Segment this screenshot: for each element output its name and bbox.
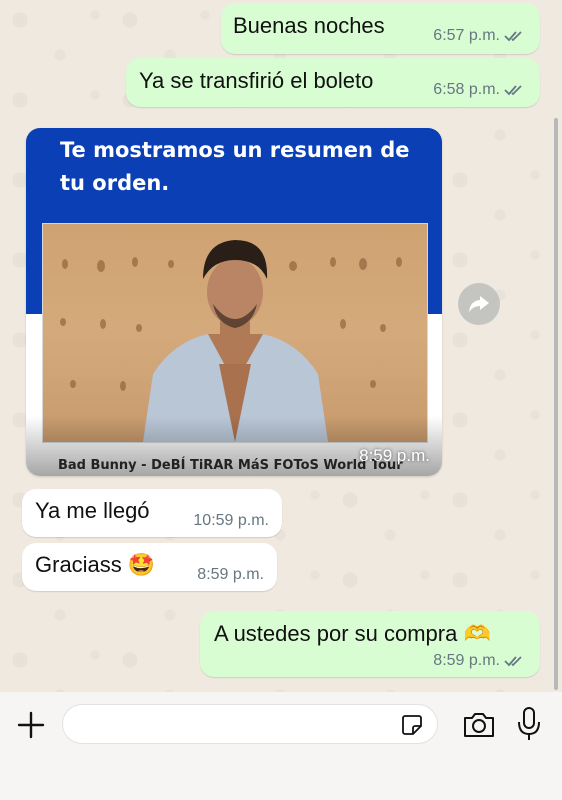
message-meta: 6:58 p.m. [433, 81, 528, 99]
message-time: 8:59 p.m. [197, 566, 264, 583]
sticker-icon[interactable] [400, 713, 424, 737]
forward-button[interactable] [458, 283, 500, 325]
message-time: 10:59 p.m. [193, 512, 269, 529]
heart-hands-emoji: 🫶 [463, 621, 491, 646]
order-summary-card[interactable]: Te mostramos un resumen de tu orden. Bad… [26, 128, 442, 476]
double-check-icon [504, 31, 522, 42]
message-meta: 6:57 p.m. [433, 27, 528, 45]
message-time: 6:58 p.m. [433, 81, 500, 98]
double-check-icon [504, 656, 522, 667]
message-meta: 8:59 p.m. [433, 652, 528, 670]
message-text: Ya me llegó [35, 498, 150, 523]
message-bubble-outgoing[interactable]: Buenas noches 6:57 p.m. [221, 3, 540, 54]
message-bubble-incoming[interactable]: Ya me llegó 10:59 p.m. [22, 489, 282, 537]
event-title: Bad Bunny - DeBÍ TiRAR MáS FOToS World T… [58, 458, 403, 473]
camera-icon[interactable] [462, 711, 496, 739]
message-input[interactable] [62, 704, 438, 744]
message-text-content: A ustedes por su compra [214, 621, 458, 646]
microphone-icon[interactable] [516, 706, 542, 742]
message-text: Ya se transfirió el boleto [139, 68, 374, 93]
message-bubble-outgoing[interactable]: Ya se transfirió el boleto 6:58 p.m. [126, 58, 540, 107]
forward-icon [469, 296, 489, 312]
message-meta: 10:59 p.m. [193, 512, 269, 530]
double-check-icon [504, 85, 522, 96]
message-text-content: Graciass [35, 552, 122, 577]
artist-photo[interactable] [42, 223, 428, 443]
message-time: 8:59 p.m. [359, 446, 430, 465]
chat-scrollbar[interactable] [554, 118, 558, 690]
message-text: Buenas noches [233, 13, 385, 38]
message-bubble-incoming[interactable]: Graciass 🤩 8:59 p.m. [22, 543, 277, 591]
star-struck-emoji: 🤩 [127, 552, 156, 577]
message-bubble-outgoing[interactable]: A ustedes por su compra 🫶 8:59 p.m. [200, 611, 540, 677]
card-heading: Te mostramos un resumen de tu orden. [60, 138, 410, 195]
chat-area[interactable]: Buenas noches 6:57 p.m. Ya se transfirió… [0, 0, 562, 692]
message-text: A ustedes por su compra 🫶 [214, 621, 491, 647]
message-meta: 8:59 p.m. [197, 566, 264, 584]
plus-icon[interactable] [16, 710, 46, 740]
artist-photo-illustration [60, 240, 402, 442]
message-text: Graciass 🤩 [35, 552, 155, 578]
message-time: 8:59 p.m. [433, 652, 500, 669]
message-time: 6:57 p.m. [433, 27, 500, 44]
